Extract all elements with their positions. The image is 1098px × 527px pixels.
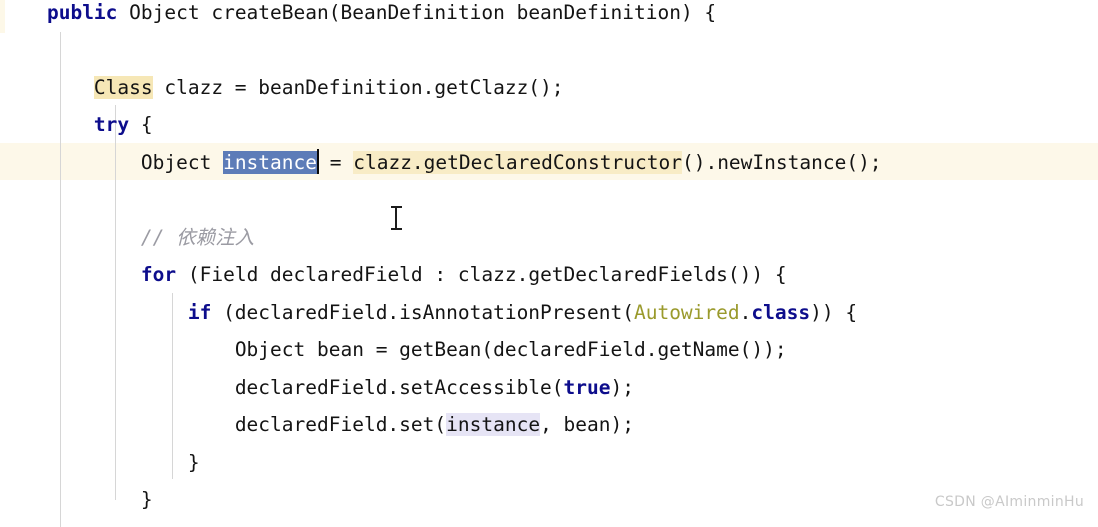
line-4-rest: { xyxy=(129,113,153,136)
closing-brace-outer: } xyxy=(140,488,153,511)
code-line-4[interactable]: try { xyxy=(0,106,1098,144)
mouse-ibeam-cursor xyxy=(391,206,402,230)
line-9-indent xyxy=(0,301,188,324)
line-3-rest: clazz = beanDefinition.getClazz(); xyxy=(152,76,564,99)
watermark: CSDN @AIminminHu xyxy=(934,493,1084,510)
code-line-12[interactable]: declaredField.set(instance, bean); xyxy=(0,406,1098,444)
code-line-8[interactable]: for (Field declaredField : clazz.getDecl… xyxy=(0,256,1098,294)
line-10-indent xyxy=(0,338,235,361)
line-8-rest: (Field declaredField : clazz.getDeclared… xyxy=(176,263,787,286)
highlighted-token-class: Class xyxy=(93,76,153,99)
code-line-7-comment[interactable]: // 依赖注入 xyxy=(0,219,1098,257)
code-line-6-blank[interactable] xyxy=(0,181,1098,219)
line-10-text: Object bean = getBean(declaredField.getN… xyxy=(234,338,787,361)
code-line-14[interactable]: } xyxy=(0,481,1098,519)
ibeam-stem xyxy=(395,208,397,228)
code-editor-canvas[interactable]: public Object createBean(BeanDefinition … xyxy=(0,0,1098,527)
line-5-indent xyxy=(0,151,141,174)
keyword-try: try xyxy=(93,113,130,136)
line-11-tail: ); xyxy=(610,376,634,399)
keyword-class: class xyxy=(751,301,811,324)
line-5-tail: ().newInstance(); xyxy=(681,151,882,174)
line-3-indent xyxy=(0,76,94,99)
keyword-if: if xyxy=(187,301,212,324)
line-4-indent xyxy=(0,113,94,136)
keyword-public: public xyxy=(46,1,118,24)
comment-text-cjk: 依赖注入 xyxy=(176,226,255,249)
highlighted-expression-constructor: clazz.getDeclaredConstructor xyxy=(353,151,682,174)
line-12-pre: declaredField.set( xyxy=(234,413,447,436)
line-11-indent xyxy=(0,376,235,399)
code-line-13[interactable]: } xyxy=(0,444,1098,482)
line-13-indent xyxy=(0,451,188,474)
line-7-indent xyxy=(0,226,141,249)
code-line-9[interactable]: if (declaredField.isAnnotationPresent(Au… xyxy=(0,294,1098,332)
line-5-equals: = xyxy=(318,151,354,174)
comment-slashes: // xyxy=(140,226,177,249)
line-11-pre: declaredField.setAccessible( xyxy=(234,376,564,399)
line-12-tail: , bean); xyxy=(540,413,634,436)
code-line-10[interactable]: Object bean = getBean(declaredField.getN… xyxy=(0,331,1098,369)
ibeam-bottom-bar xyxy=(391,228,402,230)
selected-token-instance[interactable]: instance xyxy=(223,151,317,174)
line-9-tail: )) { xyxy=(810,301,858,324)
closing-brace-inner: } xyxy=(187,451,200,474)
line-8-indent xyxy=(0,263,141,286)
line-1-signature: Object createBean(BeanDefinition beanDef… xyxy=(117,1,717,24)
line-9-mid: (declaredField.isAnnotationPresent( xyxy=(211,301,634,324)
code-line-3[interactable]: Class clazz = beanDefinition.getClazz(); xyxy=(0,69,1098,107)
occurrence-token-instance: instance xyxy=(446,413,541,436)
keyword-true: true xyxy=(563,376,611,399)
code-line-5[interactable]: Object instance = clazz.getDeclaredConst… xyxy=(0,144,1098,182)
annotation-autowired: Autowired xyxy=(633,301,740,324)
line-1-indent xyxy=(0,1,47,24)
code-line-2-blank[interactable] xyxy=(0,31,1098,69)
code-line-11[interactable]: declaredField.setAccessible(true); xyxy=(0,369,1098,407)
line-9-dot: . xyxy=(739,301,752,324)
line-5-type: Object xyxy=(140,151,224,174)
code-line-1[interactable]: public Object createBean(BeanDefinition … xyxy=(0,0,1098,32)
line-14-indent xyxy=(0,488,141,511)
keyword-for: for xyxy=(140,263,177,286)
line-12-indent xyxy=(0,413,235,436)
